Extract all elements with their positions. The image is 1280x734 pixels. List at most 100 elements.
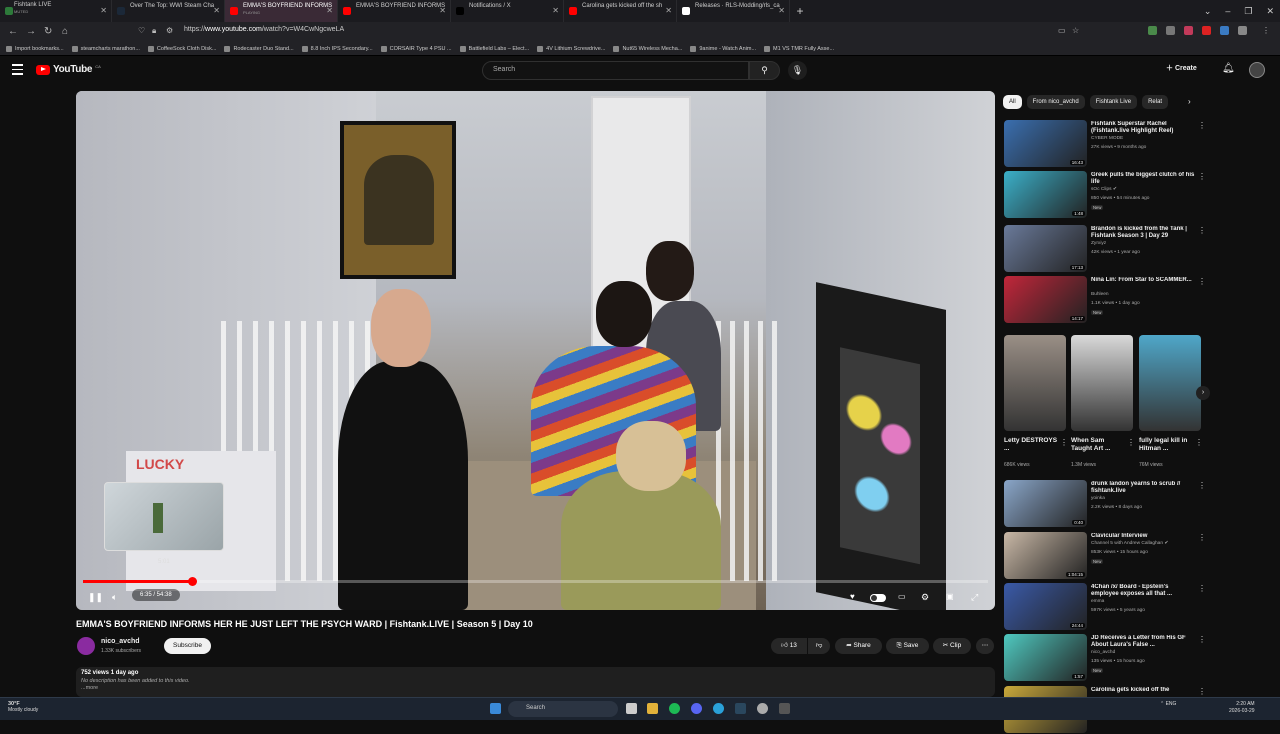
channel-name[interactable]: CYBER MODE <box>1091 136 1123 141</box>
hamburger-menu-icon[interactable] <box>12 64 23 75</box>
search-input[interactable]: Search <box>482 61 749 80</box>
recommended-video[interactable]: 1:04:15 Clavicular Interview Channel 5 wit… <box>1004 532 1206 580</box>
reload-icon[interactable]: ↻ <box>44 26 52 37</box>
site-settings-icon[interactable]: ⚙ <box>166 26 173 35</box>
star-icon[interactable]: ☆ <box>1072 26 1079 35</box>
url-field[interactable]: https://www.youtube.com/watch?v=W4CwNgcw… <box>184 26 344 33</box>
channel-name[interactable]: Buhleen <box>1091 292 1109 297</box>
bookmark-item[interactable]: Nut65 Wireless Mecha... <box>613 45 682 52</box>
recommended-video[interactable]: 17:13 Brandon is kicked from the Tank | F… <box>1004 225 1206 273</box>
video-thumbnail[interactable]: 1:57 <box>1004 634 1087 681</box>
youtube-logo[interactable]: YouTube CA <box>36 64 101 75</box>
like-button[interactable]: 👍︎ 13 <box>771 638 807 654</box>
menu-icon[interactable]: ⋮ <box>1262 26 1270 35</box>
autoplay-toggle[interactable] <box>870 594 886 602</box>
tab-close-icon[interactable]: ✕ <box>552 6 559 15</box>
forward-icon[interactable]: → <box>26 26 36 37</box>
filter-chip[interactable]: Fishtank Live <box>1089 95 1138 109</box>
tab-close-icon[interactable]: ✕ <box>439 6 446 15</box>
spotify-icon[interactable] <box>669 703 680 714</box>
video-thumbnail[interactable]: 17:13 <box>1004 225 1087 272</box>
clock[interactable]: 2:20 AM 2026-03-29 <box>1229 701 1255 715</box>
bookmark-item[interactable]: steamcharts marathon... <box>71 45 140 52</box>
bookmark-item[interactable]: CoffeeSock Cloth Disk... <box>147 45 216 52</box>
channel-avatar[interactable] <box>77 637 95 655</box>
browser-tab[interactable]: Notifications / X ✕ <box>451 0 564 22</box>
bookmark-item[interactable]: CORSAIR Type 4 PSU ... <box>380 45 452 52</box>
bookmark-item[interactable]: Battlefield Labs – Elect... <box>459 45 529 52</box>
new-tab-button[interactable]: + <box>790 0 810 22</box>
heart-icon[interactable]: ♥ <box>850 592 855 601</box>
more-options-icon[interactable]: ⋮ <box>1198 635 1206 644</box>
more-options-icon[interactable]: ⋮ <box>1127 438 1135 447</box>
browser-tab[interactable]: EMMA'S BOYFRIEND INFORMS PLAYING ✕ <box>225 0 338 22</box>
cast-icon[interactable]: ▭ <box>1058 26 1066 35</box>
create-button[interactable]: ＋ Create <box>1166 63 1197 73</box>
video-title[interactable]: Brandon is kicked from the Tank | Fishta… <box>1091 226 1195 240</box>
recommended-video[interactable]: 0:40 drunk landon yearns to scrub // fish… <box>1004 480 1206 528</box>
file-explorer-icon[interactable] <box>647 703 658 714</box>
video-title[interactable]: JD Receives a Letter from His GF About L… <box>1091 635 1195 649</box>
recommended-video[interactable]: 14:17 Nina Lin: From Star to SCAMMER... Bu… <box>1004 276 1206 324</box>
more-options-icon[interactable]: ⋮ <box>1198 172 1206 181</box>
browser-tab[interactable]: Over The Top: WWI Steam Cha ✕ <box>112 0 225 22</box>
browser-tab[interactable]: Releases · RLS-Modding/rls_ca ✕ <box>677 0 790 22</box>
video-thumbnail[interactable]: 0:40 <box>1004 480 1087 527</box>
extension-icon[interactable] <box>1220 26 1229 35</box>
weather-widget[interactable]: 30°F Mostly cloudy <box>8 701 38 713</box>
video-thumbnail[interactable]: 1:04:15 <box>1004 532 1087 579</box>
maximize-button[interactable]: ❐ <box>1244 6 1252 17</box>
tab-close-icon[interactable]: ✕ <box>326 6 333 15</box>
shorts-next-button[interactable]: › <box>1196 386 1210 400</box>
extension-icon[interactable] <box>1238 26 1247 35</box>
video-thumbnail[interactable]: 24:44 <box>1004 583 1087 630</box>
search-button[interactable]: ⚲ <box>749 61 780 80</box>
tab-search-icon[interactable]: ⌄ <box>1204 6 1212 17</box>
miniplayer-icon[interactable]: ▣ <box>946 592 954 601</box>
browser-tab[interactable]: Carolina gets kicked off the sh ✕ <box>564 0 677 22</box>
notifications-bell-icon[interactable]: 🔔︎ <box>1222 63 1235 74</box>
bookmark-item[interactable]: Rodecaster Duo Stand... <box>224 45 294 52</box>
video-title[interactable]: Nina Lin: From Star to SCAMMER... <box>1091 277 1195 284</box>
close-window-button[interactable]: ✕ <box>1266 6 1274 17</box>
steam-icon[interactable] <box>735 703 746 714</box>
taskbar-search[interactable]: Search <box>508 701 618 717</box>
captions-icon[interactable]: ▭ <box>898 592 906 601</box>
more-options-icon[interactable]: ⋮ <box>1198 121 1206 130</box>
video-thumbnail[interactable]: 14:17 <box>1004 276 1087 323</box>
browser-tab[interactable]: Fishtank LIVE MUTED ✕ <box>0 0 112 22</box>
video-title[interactable]: drunk landon yearns to scrub // fishtank… <box>1091 481 1195 495</box>
share-button[interactable]: ➦ Share <box>835 638 882 654</box>
browser-tab[interactable]: EMMA'S BOYFRIEND INFORMS ✕ <box>338 0 451 22</box>
more-options-icon[interactable]: ⋮ <box>1195 438 1203 447</box>
minimize-button[interactable]: – <box>1225 6 1230 16</box>
tab-close-icon[interactable]: ✕ <box>665 6 672 15</box>
video-title[interactable]: 4Chan /x/ Board - Epstein's employee exp… <box>1091 584 1195 598</box>
description-box[interactable]: 752 views 1 day ago No description has b… <box>76 667 995 697</box>
save-button[interactable]: ⎘ Save <box>886 638 929 654</box>
tab-close-icon[interactable]: ✕ <box>100 6 107 15</box>
more-options-icon[interactable]: ⋮ <box>1198 226 1206 235</box>
short-thumbnail[interactable] <box>1071 335 1133 431</box>
description-more-link[interactable]: ...more <box>81 685 990 691</box>
more-options-icon[interactable]: ⋮ <box>1060 438 1068 447</box>
more-options-icon[interactable]: ⋮ <box>1198 533 1206 542</box>
video-thumbnail[interactable]: 16:43 <box>1004 120 1087 167</box>
bookmark-item[interactable]: 8.8 Inch IPS Secondary... <box>301 45 373 52</box>
progress-scrubber[interactable] <box>188 577 198 586</box>
home-icon[interactable]: ⌂ <box>62 26 68 37</box>
video-title[interactable]: Clavicular Interview <box>1091 533 1195 540</box>
fullscreen-icon[interactable]: ⤢ <box>971 592 978 603</box>
tab-close-icon[interactable]: ✕ <box>778 6 785 15</box>
extension-icon[interactable] <box>1166 26 1175 35</box>
discord-icon[interactable] <box>691 703 702 714</box>
bookmark-item[interactable]: M1 VS TMR Fully Asse... <box>764 45 834 52</box>
browser-icon[interactable] <box>713 703 724 714</box>
recommended-video[interactable]: 1:48 Greek pulls the biggest clutch of hi… <box>1004 171 1206 219</box>
more-options-icon[interactable]: ⋮ <box>1198 481 1206 490</box>
extension-icon[interactable] <box>1202 26 1211 35</box>
channel-name[interactable]: emma <box>1091 599 1104 604</box>
video-title[interactable]: Carolina gets kicked off the <box>1091 687 1195 694</box>
channel-name[interactable]: Channel 5 with Andrew Callaghan ✔ <box>1091 541 1168 546</box>
channel-name[interactable]: yoinka <box>1091 496 1105 501</box>
